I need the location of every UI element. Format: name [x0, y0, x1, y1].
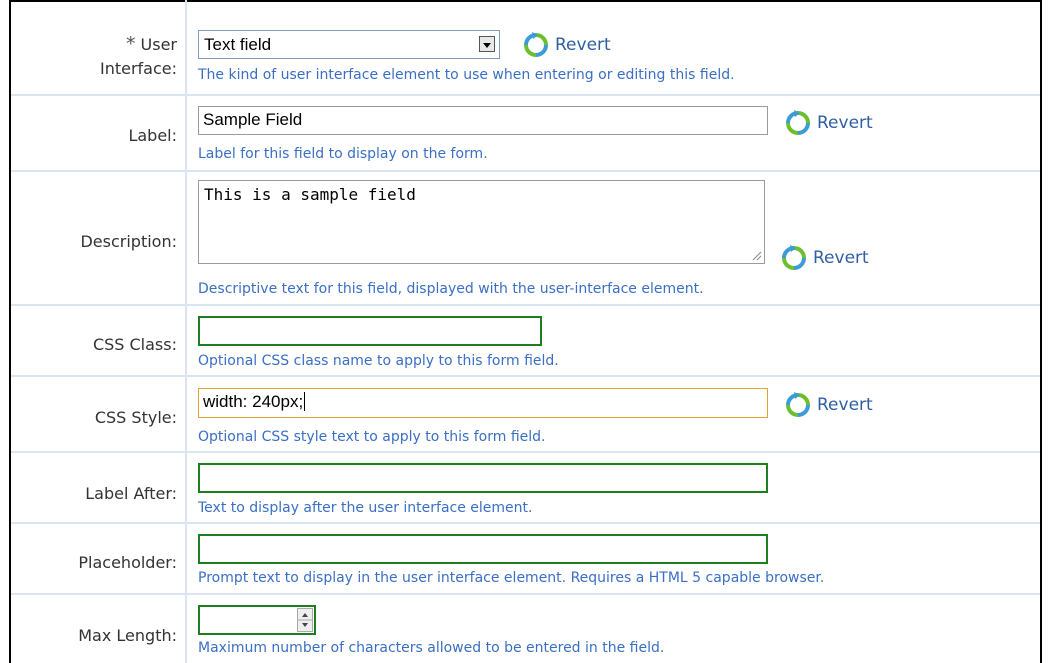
user-interface-help: The kind of user interface element to us… [198, 67, 735, 83]
css-class-help: Optional CSS class name to apply to this… [198, 353, 559, 369]
row-divider [11, 522, 1040, 524]
label-after-help: Text to display after the user interface… [198, 500, 533, 516]
user-interface-select[interactable]: Text field [198, 30, 500, 59]
max-length-help: Maximum number of characters allowed to … [198, 640, 665, 656]
required-mark: * [125, 33, 136, 55]
placeholder-help: Prompt text to display in the user inter… [198, 570, 825, 586]
spinner-arrows-icon[interactable] [297, 608, 313, 632]
row-divider [11, 375, 1040, 377]
label-after-label: Label After: [85, 484, 177, 503]
description-textarea[interactable]: This is a sample field [198, 180, 765, 264]
column-divider [185, 0, 187, 663]
resize-grip-icon[interactable] [750, 249, 762, 261]
row-divider [11, 304, 1040, 306]
css-style-label: CSS Style: [94, 408, 177, 427]
max-length-label: Max Length: [78, 626, 177, 645]
revert-icon [786, 392, 810, 417]
css-class-label: CSS Class: [92, 335, 177, 354]
description-help: Descriptive text for this field, display… [198, 281, 704, 297]
user-interface-label: * User Interface: [99, 33, 177, 78]
row-divider [11, 170, 1040, 172]
css-class-input[interactable] [198, 316, 542, 346]
css-style-input[interactable]: width: 240px; [198, 388, 768, 418]
revert-button[interactable]: Revert [521, 30, 611, 60]
revert-icon [524, 32, 548, 57]
description-label: Description: [80, 232, 177, 251]
revert-button[interactable]: Revert [783, 108, 873, 138]
css-style-help: Optional CSS style text to apply to this… [198, 429, 546, 445]
max-length-input[interactable] [198, 605, 316, 635]
row-divider [11, 94, 1040, 96]
placeholder-label: Placeholder: [78, 553, 177, 572]
label-input[interactable]: Sample Field [198, 106, 768, 135]
revert-icon [782, 245, 806, 270]
label-help: Label for this field to display on the f… [198, 146, 488, 162]
label-label: Label: [128, 126, 177, 145]
row-divider [11, 451, 1040, 453]
revert-button[interactable]: Revert [783, 390, 873, 420]
row-divider [11, 593, 1040, 595]
chevron-down-icon[interactable] [479, 36, 495, 52]
placeholder-input[interactable] [198, 534, 768, 564]
revert-icon [786, 110, 810, 135]
revert-button[interactable]: Revert [779, 243, 869, 273]
label-after-input[interactable] [198, 463, 768, 493]
